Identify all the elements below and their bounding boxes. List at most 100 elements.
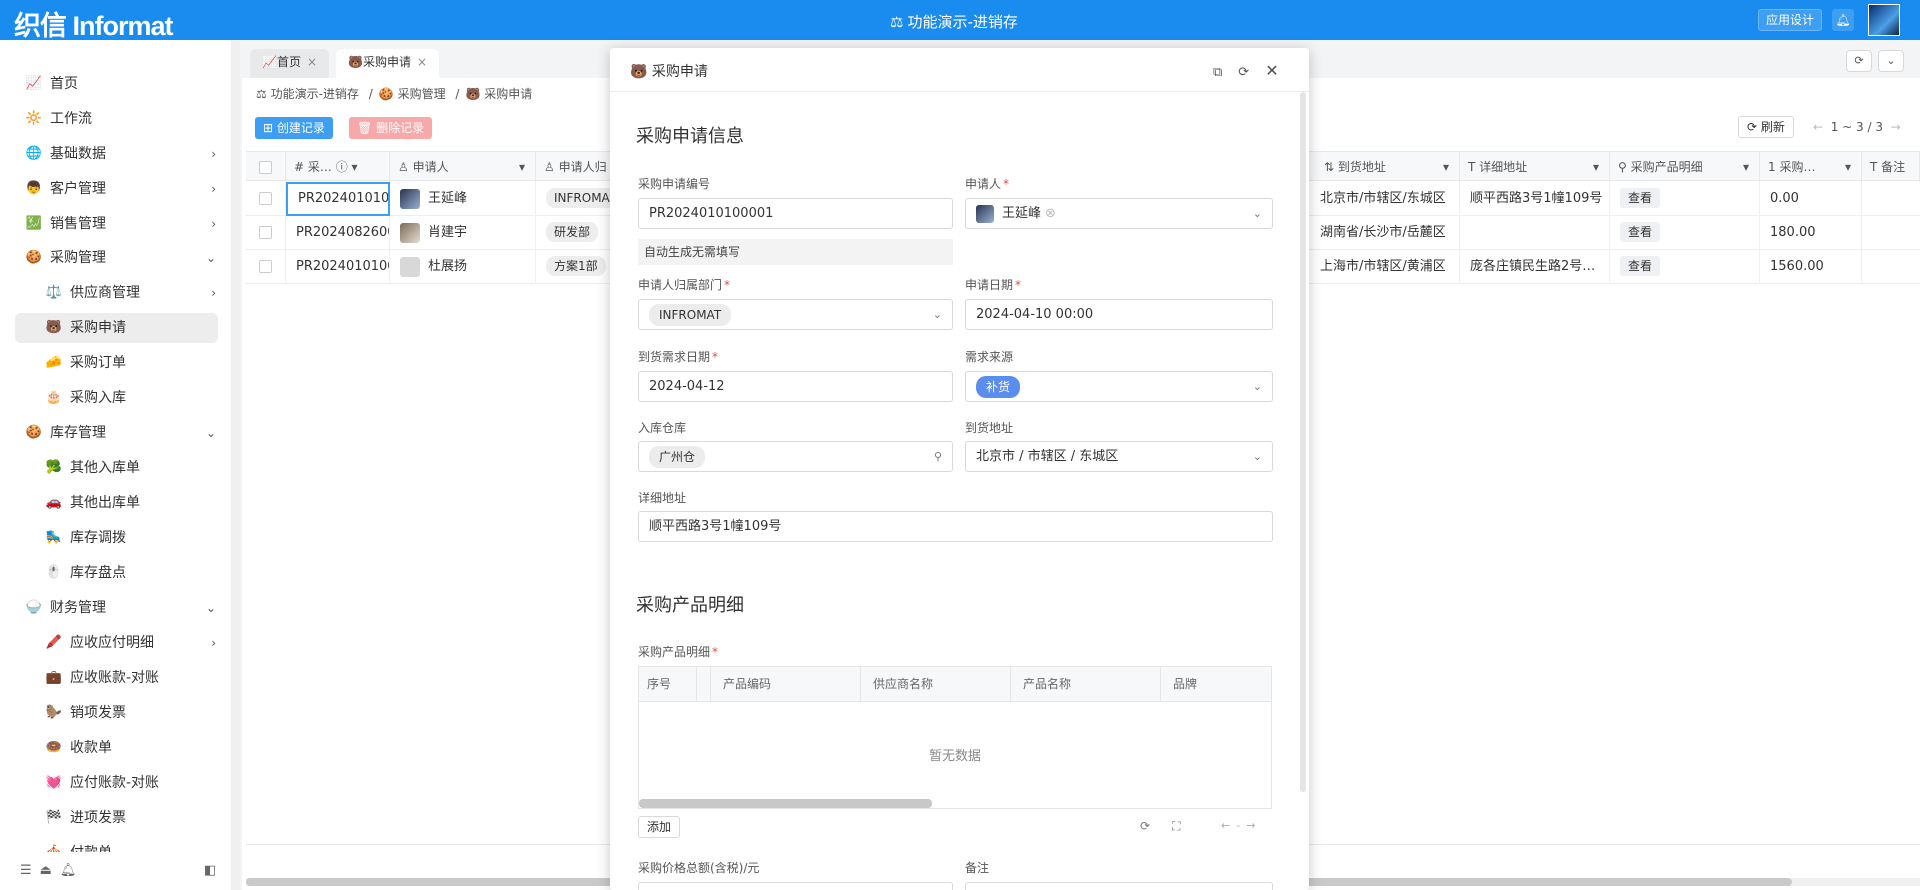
col-dept[interactable]: ♙ 申请人归 — [536, 152, 616, 182]
sidebar-item-payment[interactable]: 🎪付款单 — [44, 838, 228, 852]
row-checkbox[interactable] — [259, 192, 272, 205]
breadcrumb-module[interactable]: 采购管理 — [398, 87, 446, 101]
refresh-button[interactable]: ⟳ 刷新 — [1738, 116, 1794, 138]
cell-no[interactable]: PR2024082600 — [286, 216, 390, 250]
cell-detail[interactable]: 庞各庄镇民生路2号… — [1460, 250, 1610, 284]
sidebar-item-purchase-request[interactable]: 🐻 采购申请 — [15, 313, 218, 343]
search-icon[interactable]: ⚲ — [934, 442, 942, 471]
sidebar-item-purchase-inbound[interactable]: 🎂 采购入库 — [44, 383, 228, 413]
open-external-icon[interactable]: ⧉ — [1213, 65, 1238, 80]
prev-page-icon[interactable]: ← — [1813, 120, 1823, 134]
sidebar-item-inventory[interactable]: 🍪 库存管理 ⌄ — [24, 418, 228, 448]
app-design-button[interactable]: 应用设计 — [1758, 9, 1823, 31]
sidebar-item-customers[interactable]: 👦 客户管理 › — [24, 174, 228, 204]
applicant-select[interactable]: 王延峰 ⊗ ⌄ — [965, 198, 1273, 229]
col-no[interactable]: # 采… ⓘ ▾ — [286, 152, 390, 182]
sidebar-item-other-inbound[interactable]: 🥦 其他入库单 — [44, 453, 228, 483]
clear-icon[interactable]: ⊗ — [1045, 206, 1056, 221]
cell-detail[interactable] — [1460, 216, 1610, 250]
tab-menu-chevron-icon[interactable]: ⌄ — [1878, 50, 1904, 72]
row-checkbox[interactable] — [259, 260, 272, 273]
detail-address-field[interactable]: 顺平西路3号1幢109号 — [638, 511, 1273, 542]
request-date-field[interactable]: 2024-04-10 00:00 — [965, 299, 1273, 330]
cell-address[interactable]: 湖南省/长沙市/岳麓区 — [1316, 216, 1460, 250]
sidebar-item-purchase[interactable]: 🍪 采购管理 ⌄ — [24, 243, 228, 273]
sidebar-item-purchase-order[interactable]: 🧀 采购订单 — [44, 348, 228, 378]
col-address[interactable]: ⇅ 到货地址 ▾ — [1316, 152, 1460, 182]
view-button[interactable]: 查看 — [1620, 222, 1661, 242]
sidebar-item-stocktake[interactable]: 🖱️ 库存盘点 — [44, 558, 228, 588]
sidebar-item-base-data[interactable]: 🌐 基础数据 › — [24, 139, 228, 169]
cell-dept[interactable]: INFROMA — [536, 182, 616, 216]
breadcrumb-app[interactable]: 功能演示-进销存 — [271, 87, 359, 101]
sidebar-item-ar-reconcile[interactable]: 💼 应收账款-对账 — [44, 663, 228, 693]
close-icon[interactable]: ✕ — [1265, 61, 1294, 80]
sidebar-item-suppliers[interactable]: ⚖️ 供应商管理 › — [44, 278, 228, 308]
refresh-icon[interactable]: ⟳ — [1140, 819, 1172, 833]
sidebar-item-receipt[interactable]: 🍩 收款单 — [44, 733, 228, 763]
remark-field[interactable] — [965, 882, 1273, 890]
cell-amount[interactable]: 180.00 — [1760, 216, 1862, 250]
app-title[interactable]: ⚖ 功能演示-进销存 — [890, 11, 1018, 32]
total-field[interactable] — [638, 882, 953, 890]
cell-amount[interactable]: 0.00 — [1760, 182, 1862, 216]
add-row-button[interactable]: 添加 — [638, 816, 681, 838]
reload-tab-icon[interactable]: ⟳ — [1846, 50, 1872, 72]
arrive-date-field[interactable]: 2024-04-12 — [638, 371, 953, 402]
user-avatar[interactable] — [1868, 4, 1900, 36]
cell-detail[interactable]: 顺平西路3号1幢109号 — [1460, 182, 1610, 216]
cell-no[interactable]: PR2024010100 — [286, 250, 390, 284]
cell-address[interactable]: 上海市/市辖区/黄浦区 — [1316, 250, 1460, 284]
sidebar-item-finance[interactable]: 🍚 财务管理 ⌄ — [24, 593, 228, 623]
sidebar-item-purchase-invoice[interactable]: 🏁 进项发票 — [44, 803, 228, 833]
sidebar-item-home[interactable]: 📈 首页 — [24, 69, 228, 99]
bell-icon[interactable]: 🔔︎ — [1832, 9, 1854, 31]
refresh-icon[interactable]: ⟳ — [1238, 65, 1265, 80]
select-all-checkbox[interactable] — [259, 161, 272, 174]
warehouse-select[interactable]: 广州仓 ⚲ — [638, 441, 953, 472]
next-page-icon[interactable]: → — [1891, 120, 1901, 134]
prev-page-icon[interactable]: ← — [1221, 819, 1236, 832]
col-applicant[interactable]: ♙ 申请人 ▾ — [390, 152, 536, 182]
cell-dept[interactable]: 方案1部 — [536, 250, 616, 284]
sidebar-item-ap-reconcile[interactable]: 💓 应付账款-对账 — [44, 768, 228, 798]
address-select[interactable]: 北京市 / 市辖区 / 东城区 ⌄ — [965, 441, 1273, 472]
sidebar-scrollbar[interactable] — [232, 40, 240, 890]
cell-applicant[interactable]: 王延峰 — [390, 182, 536, 216]
fullscreen-icon[interactable]: ⛶ — [1172, 819, 1202, 833]
sidebar-item-transfer[interactable]: 🛼 库存调拨 — [44, 523, 228, 553]
field-label-arrive-date: 到货需求日期 * — [638, 350, 719, 364]
col-remark[interactable]: T 备注 — [1862, 152, 1920, 182]
request-no-field[interactable]: PR2024010100001 — [638, 198, 953, 229]
row-checkbox[interactable] — [259, 226, 272, 239]
view-button[interactable]: 查看 — [1620, 256, 1661, 276]
sidebar-item-workflow[interactable]: 🔆 工作流 — [24, 104, 228, 134]
sidebar-item-sales-invoice[interactable]: 🦫 销项发票 — [44, 698, 228, 728]
tab-purchase-request[interactable]: 🐻采购申请 × — [336, 49, 440, 78]
cell-applicant[interactable]: 肖建宇 — [390, 216, 536, 250]
col-amount[interactable]: 1 采购… ▾ — [1760, 152, 1862, 182]
cell-applicant[interactable]: 杜展扬 — [390, 250, 536, 284]
cell-no[interactable]: PR2024010100 — [286, 182, 390, 216]
dialog-scrollbar[interactable] — [1300, 92, 1306, 792]
sidebar-footer-icons[interactable]: ☰⏏🔔︎ — [20, 863, 84, 878]
tab-home[interactable]: 📈首页 × — [250, 49, 330, 78]
sidebar-item-ar-ap-detail[interactable]: 🖍️ 应收应付明细 › — [44, 628, 228, 658]
close-icon[interactable]: × — [307, 55, 317, 69]
close-icon[interactable]: × — [417, 55, 427, 69]
create-record-button[interactable]: ⊞ 创建记录 — [255, 117, 333, 139]
source-select[interactable]: 补货 ⌄ — [965, 371, 1273, 402]
cell-amount[interactable]: 1560.00 — [1760, 250, 1862, 284]
cell-address[interactable]: 北京市/市辖区/东城区 — [1316, 182, 1460, 216]
view-button[interactable]: 查看 — [1620, 188, 1661, 208]
next-page-icon[interactable]: → — [1246, 819, 1261, 832]
sidebar-item-other-outbound[interactable]: 🚗 其他出库单 — [44, 488, 228, 518]
subtable-scrollbar[interactable] — [639, 799, 932, 808]
dept-select[interactable]: INFROMAT ⌄ — [638, 299, 953, 330]
col-products[interactable]: ⚲ 采购产品明细 ▾ — [1610, 152, 1760, 182]
cell-dept[interactable]: 研发部 — [536, 216, 616, 250]
delete-record-button[interactable]: 🗑︎ 删除记录 — [349, 117, 433, 139]
collapse-sidebar-icon[interactable]: ◧ — [204, 863, 216, 878]
col-detail[interactable]: T 详细地址 ▾ — [1460, 152, 1610, 182]
sidebar-item-sales[interactable]: 💹 销售管理 › — [24, 209, 228, 239]
